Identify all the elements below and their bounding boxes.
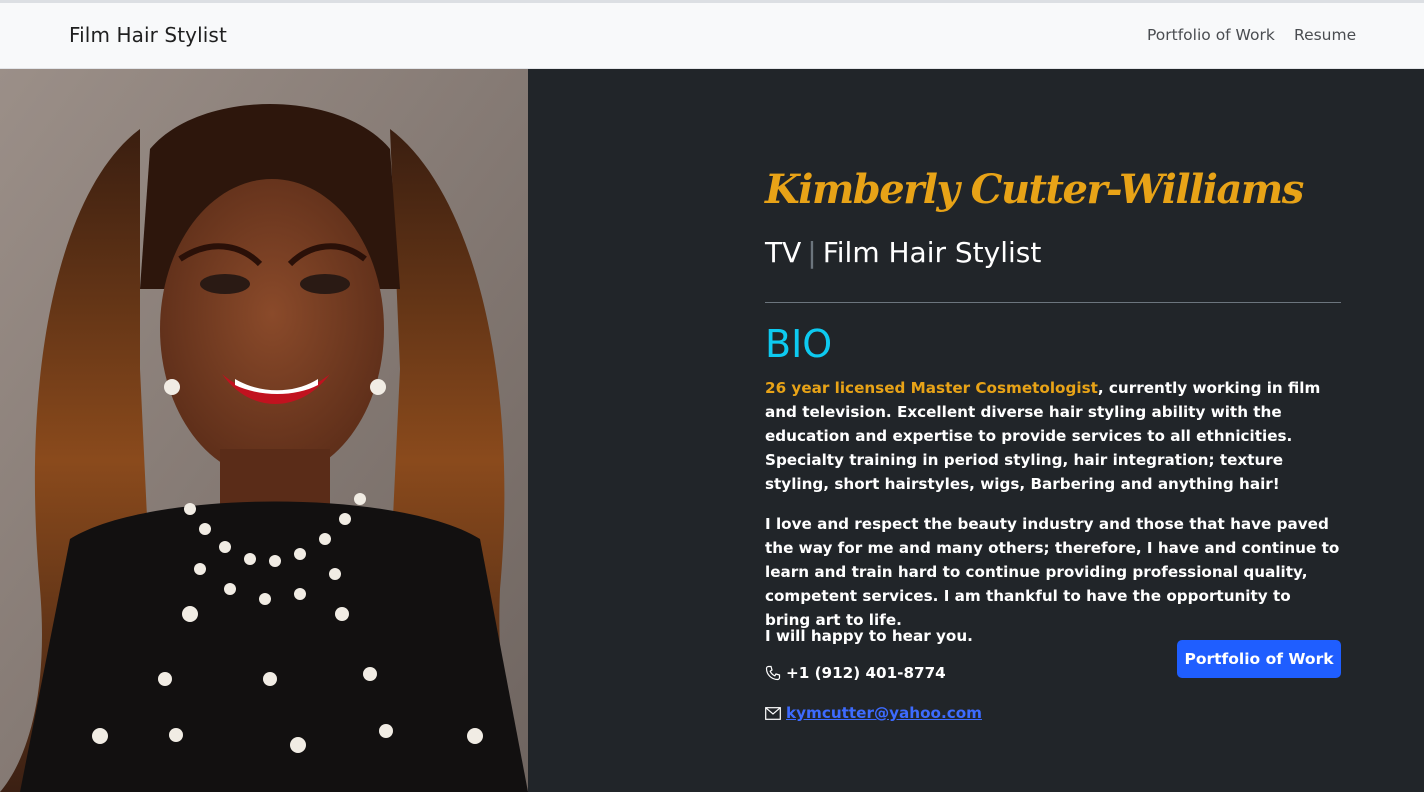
navbar-brand[interactable]: Film Hair Stylist xyxy=(69,23,227,47)
divider xyxy=(765,302,1341,303)
phone-number: +1 (912) 401-8774 xyxy=(786,664,946,682)
bio-paragraph-1: 26 year licensed Master Cosmetologist, c… xyxy=(765,376,1341,496)
bio-heading: BIO xyxy=(765,322,833,366)
bio-highlight: 26 year licensed Master Cosmetologist xyxy=(765,379,1098,397)
title-tv: TV xyxy=(765,236,802,269)
stylist-portrait xyxy=(0,69,528,792)
nav-link-resume[interactable]: Resume xyxy=(1294,26,1356,44)
nav-link-portfolio[interactable]: Portfolio of Work xyxy=(1147,26,1275,44)
phone-icon xyxy=(765,665,781,681)
envelope-icon xyxy=(765,706,781,720)
contact-email: kymcutter@yahoo.com xyxy=(765,704,982,722)
stylist-title: TV | Film Hair Stylist xyxy=(765,236,1041,269)
title-separator: | xyxy=(807,236,817,269)
stylist-name: Kimberly Cutter-Williams xyxy=(765,166,1304,213)
contact-phone: +1 (912) 401-8774 xyxy=(765,664,946,682)
email-link[interactable]: kymcutter@yahoo.com xyxy=(786,704,982,722)
title-film: Film Hair Stylist xyxy=(822,236,1042,269)
bio-paragraph-2: I love and respect the beauty industry a… xyxy=(765,515,1340,629)
navbar: Film Hair Stylist Portfolio of Work Resu… xyxy=(0,3,1424,69)
portfolio-button[interactable]: Portfolio of Work xyxy=(1177,640,1341,678)
